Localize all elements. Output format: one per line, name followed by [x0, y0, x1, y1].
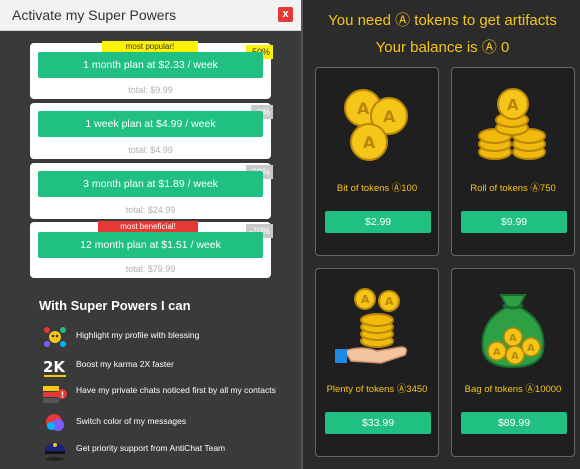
- coins-roll-icon: A: [478, 88, 546, 160]
- pack-name: Bag of tokens Ⓐ10000: [464, 384, 562, 395]
- svg-text:A: A: [511, 351, 519, 362]
- plan-1-week-button[interactable]: 1 week plan at $4.99 / week: [38, 111, 263, 137]
- buy-bit-button[interactable]: $2.99: [325, 211, 431, 233]
- feature-text: Highlight my profile with blessing: [76, 330, 200, 340]
- feature-support: Get priority support from AntiChat Team: [42, 438, 282, 462]
- pack-name: Plenty of tokens Ⓐ3450: [326, 384, 428, 395]
- plan-card-3-month: -60% 3 month plan at $1.89 / week total:…: [30, 163, 273, 219]
- feature-blessing: Highlight my profile with blessing: [42, 325, 282, 349]
- svg-text:A: A: [527, 343, 535, 354]
- tokens-needed-text: You need Ⓐ tokens to get artifacts: [328, 12, 557, 29]
- plan-total: total: $24.99: [125, 205, 176, 215]
- plan-card-1-week: -0% 1 week plan at $4.99 / week total: $…: [30, 103, 273, 159]
- pack-name: Roll of tokens Ⓐ750: [470, 183, 556, 194]
- plan-total: total: $79.99: [125, 264, 176, 274]
- feature-text: Get priority support from AntiChat Team: [76, 443, 226, 453]
- svg-text:A: A: [509, 333, 517, 344]
- coins-pile-icon: A AA: [344, 89, 408, 161]
- super-powers-panel: Activate my Super Powers x most popular!…: [0, 0, 303, 469]
- superpowers-title: With Super Powers I can: [39, 298, 191, 313]
- svg-text:A: A: [357, 99, 370, 118]
- plan-1-month-button[interactable]: 1 month plan at $2.33 / week: [38, 52, 263, 78]
- feature-text: Boost my karma 2X faster: [76, 359, 174, 369]
- svg-text:2K: 2K: [43, 358, 66, 376]
- feature-text: Have my private chats noticed first by a…: [76, 385, 276, 395]
- svg-text:A: A: [363, 133, 376, 152]
- buy-bag-button[interactable]: $89.99: [461, 412, 567, 434]
- token-pack-bag: AAAA Bag of tokens Ⓐ10000 $89.99: [451, 268, 575, 457]
- blessing-icon: [44, 327, 66, 347]
- support-icon: [45, 443, 65, 461]
- plan-total: total: $9.99: [128, 85, 173, 95]
- panel-header: Activate my Super Powers x: [0, 0, 301, 31]
- karma-2x-icon: 2K: [43, 358, 66, 377]
- close-button[interactable]: x: [278, 7, 293, 22]
- chat-notice-icon: !: [43, 386, 67, 403]
- token-pack-roll: A Roll of tokens Ⓐ750 $9.99: [451, 67, 575, 256]
- plan-12-month-button[interactable]: 12 month plan at $1.51 / week: [38, 232, 263, 258]
- buy-plenty-button[interactable]: $33.99: [325, 412, 431, 434]
- panel-title: Activate my Super Powers: [12, 7, 177, 23]
- plan-3-month-button[interactable]: 3 month plan at $1.89 / week: [38, 171, 263, 197]
- balance-text: Your balance is Ⓐ 0: [375, 39, 510, 56]
- feature-text: Switch color of my messages: [76, 416, 187, 426]
- color-bubble-icon: [46, 414, 64, 431]
- feature-chat-notice: ! Have my private chats noticed first by…: [42, 383, 282, 407]
- plan-card-12-month: most beneficial! -70% 12 month plan at $…: [30, 221, 273, 278]
- token-pack-bit: AAA Bit of tokens Ⓐ100 $2.99: [315, 67, 439, 256]
- svg-text:A: A: [507, 96, 519, 114]
- svg-text:A: A: [493, 347, 501, 358]
- token-pack-plenty: AA Plenty of tokens Ⓐ3450 $33.99: [315, 268, 439, 457]
- svg-text:A: A: [385, 295, 394, 308]
- plan-total: total: $4.99: [128, 145, 173, 155]
- buy-roll-button[interactable]: $9.99: [461, 211, 567, 233]
- plan-card-1-month: most popular! -50% 1 month plan at $2.33…: [30, 41, 273, 99]
- feature-karma: 2K Boost my karma 2X faster: [42, 354, 282, 378]
- feature-color: Switch color of my messages: [42, 411, 282, 435]
- pack-name: Bit of tokens Ⓐ100: [336, 183, 418, 194]
- svg-text:A: A: [361, 293, 370, 306]
- coins-bag-icon: A AAA: [481, 294, 545, 369]
- svg-text:A: A: [383, 107, 396, 126]
- svg-text:!: !: [61, 391, 65, 400]
- coins-hand-icon: AA: [335, 288, 408, 364]
